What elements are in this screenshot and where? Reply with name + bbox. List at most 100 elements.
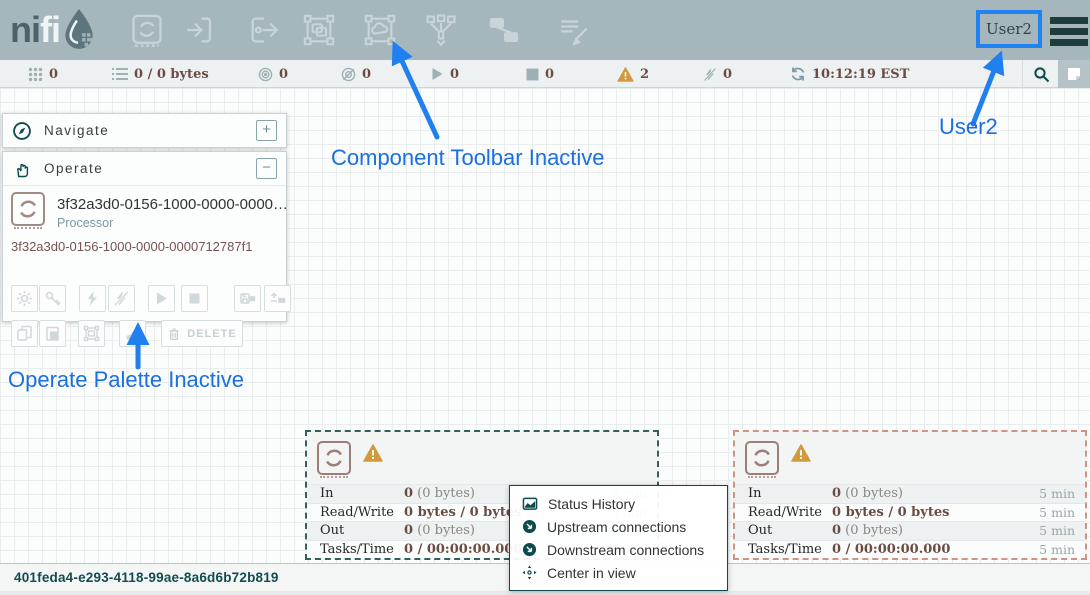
nifi-app: nifi (0, 0, 1090, 595)
invalid-count: 2 (640, 67, 649, 82)
access-policies-button[interactable] (39, 285, 66, 312)
process-group-icon[interactable] (302, 13, 336, 47)
group-button[interactable] (78, 320, 105, 347)
note-icon (1066, 66, 1082, 82)
copy-button[interactable] (11, 320, 38, 347)
remote-process-group-icon[interactable] (363, 13, 397, 47)
stat-extra: (0 bytes) (841, 486, 903, 501)
template-icon[interactable] (487, 13, 521, 47)
stopped-icon (526, 68, 539, 81)
not-transmitting-icon (341, 67, 356, 82)
upstream-connections-icon (522, 519, 537, 534)
refresh-time: 10:12:19 EST (812, 67, 909, 82)
selected-component-icon (11, 192, 45, 226)
menu-item-upstream-connections[interactable]: Upstream connections (510, 515, 727, 538)
menu-item-label: Status History (548, 496, 635, 512)
stopped-count: 0 (545, 67, 554, 82)
context-menu: Status History Upstream connections Down… (509, 485, 728, 591)
stat-row-readwrite: Read/Write 0 bytes / 0 bytes 5 min (735, 503, 1085, 522)
stat-label: Out (735, 523, 832, 538)
not-transmitting-status: 0 (341, 60, 371, 88)
annotation-operate-palette: Operate Palette Inactive (8, 367, 244, 393)
stat-value: 0 (404, 486, 413, 501)
refresh-icon[interactable] (790, 66, 806, 82)
processor-icon (745, 441, 779, 475)
operate-panel: Operate − 3f32a3d0-0156-1000-0000-0000… … (2, 151, 287, 322)
invalid-status: 2 (617, 60, 649, 88)
stat-value: 0 (832, 523, 841, 538)
stop-button[interactable] (181, 285, 208, 312)
menu-item-center-in-view[interactable]: Center in view (510, 561, 727, 584)
selected-component-type: Processor (57, 216, 113, 230)
active-threads-count: 0 (49, 67, 58, 82)
menu-item-label: Upstream connections (547, 519, 686, 535)
annotation-user: User2 (939, 114, 998, 140)
queued-status: 0 / 0 bytes (112, 60, 209, 88)
stat-row-tasks: Tasks/Time 0 / 00:00:00.000 5 min (735, 540, 1085, 559)
output-port-icon[interactable] (247, 13, 281, 47)
stat-value: 0 / 00:00:00.000 (832, 542, 950, 557)
running-count: 0 (450, 67, 459, 82)
active-threads-icon (28, 67, 43, 82)
nifi-logo: nifi (10, 8, 96, 52)
paste-button[interactable] (39, 320, 66, 347)
processor-icon (317, 441, 351, 475)
transmitting-icon (258, 67, 273, 82)
disable-button[interactable] (108, 285, 135, 312)
flow-id: 401feda4-e293-4118-99ae-8a6d6b72b819 (14, 570, 279, 585)
stat-label: Read/Write (735, 505, 832, 520)
current-user-button[interactable]: User2 (976, 10, 1042, 48)
disabled-bolt-icon (703, 67, 717, 82)
stat-row-in: In 0 (0 bytes) 5 min (735, 484, 1085, 503)
logo-text-ni: ni (10, 9, 40, 51)
label-icon[interactable] (557, 13, 591, 47)
start-button[interactable] (148, 285, 175, 312)
selected-component-id: 3f32a3d0-0156-1000-0000-0000712787f1 (11, 239, 252, 254)
processor-card-2[interactable]: In 0 (0 bytes) 5 min Read/Write 0 bytes … (733, 430, 1087, 560)
enable-button[interactable] (79, 285, 106, 312)
search-icon (1033, 66, 1050, 83)
bottom-edge (0, 591, 1090, 595)
stat-value: 0 bytes / 0 bytes (404, 505, 521, 520)
selected-component-name: 3f32a3d0-0156-1000-0000-0000… (57, 196, 288, 213)
bulletin-panel-button[interactable] (1058, 60, 1090, 88)
stat-value: 0 / 00:00:00.000 (404, 542, 522, 557)
menu-item-downstream-connections[interactable]: Downstream connections (510, 538, 727, 561)
stat-value: 0 (832, 486, 841, 501)
running-icon (431, 67, 444, 81)
stat-value: 0 (404, 523, 413, 538)
stat-label: In (307, 486, 404, 501)
transmitting-status: 0 (258, 60, 288, 88)
queued-count: 0 / 0 bytes (134, 67, 209, 82)
stat-label: Out (307, 523, 404, 538)
operate-title: Operate (44, 161, 103, 176)
stat-extra: (0 bytes) (413, 486, 475, 501)
navigate-panel: Navigate + (2, 113, 287, 148)
delete-button[interactable]: DELETE (161, 320, 243, 347)
navigate-title: Navigate (44, 123, 109, 138)
configure-button[interactable] (11, 285, 38, 312)
menu-item-status-history[interactable]: Status History (510, 492, 727, 515)
operate-collapse-button[interactable]: − (256, 158, 277, 179)
downstream-connections-icon (522, 542, 537, 557)
disabled-count: 0 (723, 67, 732, 82)
stat-label: Tasks/Time (307, 542, 404, 557)
funnel-icon[interactable] (424, 13, 458, 47)
global-menu-button[interactable] (1050, 17, 1088, 46)
header-bar: nifi (0, 0, 1090, 60)
processor-icon[interactable] (130, 13, 164, 47)
annotation-component-toolbar: Component Toolbar Inactive (331, 145, 605, 171)
stat-label: Read/Write (307, 505, 404, 520)
processor-stats: In 0 (0 bytes) 5 min Read/Write 0 bytes … (735, 484, 1085, 558)
upload-template-button[interactable] (264, 285, 291, 312)
compass-icon (12, 121, 32, 141)
stat-extra: (0 bytes) (413, 523, 475, 538)
search-button[interactable] (1022, 60, 1059, 88)
hand-icon (12, 159, 32, 179)
fill-color-button[interactable] (119, 320, 146, 347)
refresh-status[interactable]: 10:12:19 EST (790, 60, 909, 88)
input-port-icon[interactable] (183, 13, 217, 47)
navigate-expand-button[interactable]: + (256, 120, 277, 141)
create-template-button[interactable] (234, 285, 261, 312)
warning-icon (363, 444, 383, 462)
